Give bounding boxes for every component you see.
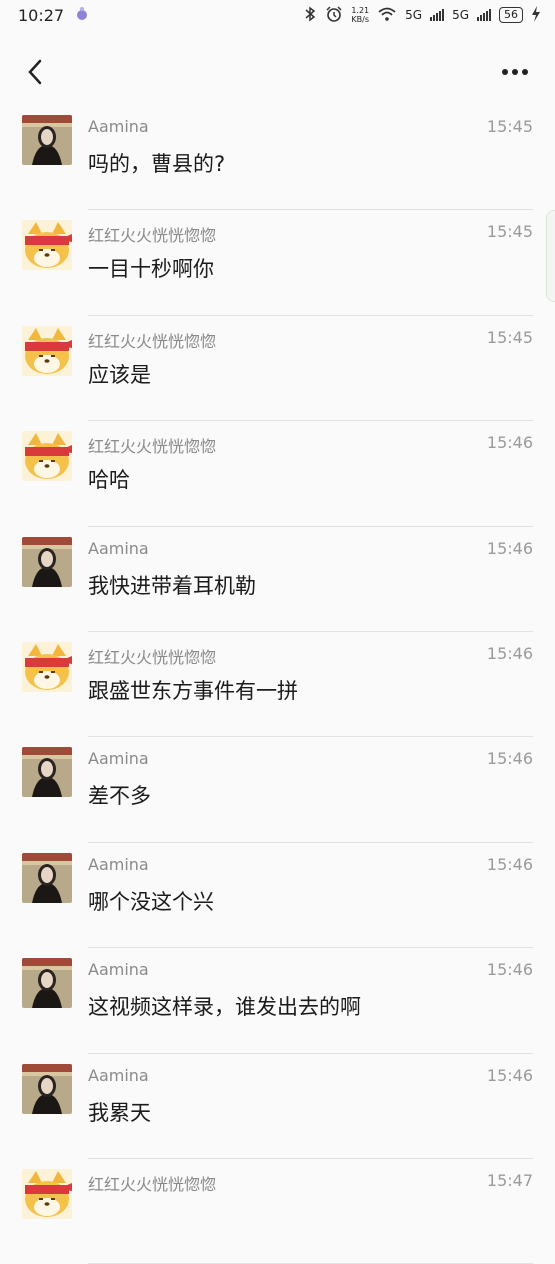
dog-avatar[interactable] bbox=[22, 325, 72, 376]
more-options-button[interactable] bbox=[495, 52, 535, 92]
signal-2-icon bbox=[477, 9, 491, 21]
woman-avatar[interactable] bbox=[22, 958, 72, 1009]
message-sender: 红红火火恍恍惚惚 bbox=[88, 437, 217, 457]
message-text: 我累天 bbox=[88, 1100, 151, 1125]
message-item[interactable]: 红红火火恍恍惚惚 15:46 跟盛世东方事件有一拼 bbox=[0, 632, 555, 738]
message-time: 15:46 bbox=[486, 854, 533, 874]
net-speed: 1.21 KB/s bbox=[351, 6, 369, 24]
message-text: 哈哈 bbox=[88, 468, 130, 493]
message-time: 15:46 bbox=[486, 433, 533, 453]
nav-bar bbox=[0, 40, 555, 104]
message-text: 一目十秒啊你 bbox=[88, 257, 214, 282]
message-text: 差不多 bbox=[88, 784, 151, 809]
message-time: 15:45 bbox=[486, 327, 533, 347]
back-button[interactable] bbox=[20, 52, 50, 92]
network-2-label: 5G bbox=[452, 8, 469, 22]
dog-avatar[interactable] bbox=[22, 431, 72, 482]
chevron-left-icon bbox=[28, 59, 42, 85]
message-item[interactable]: Aamina 15:46 差不多 bbox=[0, 737, 555, 844]
dog-avatar[interactable] bbox=[22, 641, 72, 692]
message-item[interactable]: Aamina 15:46 这视频这样录，谁发出去的啊 bbox=[0, 948, 555, 1054]
message-text: 这视频这样录，谁发出去的啊 bbox=[88, 995, 361, 1020]
app-notification-icon bbox=[74, 5, 90, 25]
message-text: 跟盛世东方事件有一拼 bbox=[88, 678, 298, 703]
message-time: 15:46 bbox=[486, 643, 533, 663]
message-sender: Aamina bbox=[88, 749, 149, 769]
message-time: 15:45 bbox=[486, 222, 533, 242]
message-time: 15:45 bbox=[486, 117, 533, 136]
message-time: 15:46 bbox=[486, 538, 533, 558]
net-speed-value: 1.21 bbox=[351, 6, 370, 15]
message-time: 15:46 bbox=[486, 960, 533, 980]
message-sender: Aamina bbox=[88, 854, 149, 874]
message-item[interactable]: Aamina 15:46 哪个没这个兴 bbox=[0, 843, 555, 949]
woman-avatar[interactable] bbox=[22, 115, 72, 165]
message-time: 15:47 bbox=[486, 1170, 533, 1190]
bluetooth-icon bbox=[303, 6, 317, 25]
message-item[interactable]: 红红火火恍恍惚惚 15:47 bbox=[0, 1159, 555, 1264]
message-sender: Aamina bbox=[88, 538, 149, 558]
message-time: 15:46 bbox=[486, 1065, 533, 1085]
message-sender: 红红火火恍恍惚惚 bbox=[88, 226, 217, 246]
message-text: 我快进带着耳机勒 bbox=[88, 573, 256, 598]
message-text: 吗的，曹县的? bbox=[88, 152, 226, 176]
message-item[interactable]: 红红火火恍恍惚惚 15:46 哈哈 bbox=[0, 421, 555, 527]
message-item[interactable]: Aamina 15:46 我累天 bbox=[0, 1054, 555, 1160]
message-time: 15:46 bbox=[486, 749, 533, 769]
net-speed-unit: KB/s bbox=[351, 15, 370, 24]
message-sender: 红红火火恍恍惚惚 bbox=[88, 331, 217, 351]
message-item[interactable]: Aamina 15:45 吗的，曹县的? bbox=[0, 105, 555, 211]
woman-avatar[interactable] bbox=[22, 747, 72, 798]
message-sender: Aamina bbox=[88, 960, 149, 980]
alarm-icon bbox=[325, 5, 343, 26]
woman-avatar[interactable] bbox=[22, 852, 72, 903]
status-left: 10:27 bbox=[18, 5, 90, 25]
message-sender: Aamina bbox=[88, 1065, 149, 1085]
dog-avatar[interactable] bbox=[22, 1168, 72, 1219]
more-dots-icon bbox=[502, 69, 528, 75]
message-text: 应该是 bbox=[88, 362, 151, 387]
woman-avatar[interactable] bbox=[22, 1063, 72, 1114]
network-1-label: 5G bbox=[405, 8, 423, 22]
battery-indicator: 56 bbox=[499, 7, 523, 23]
woman-avatar[interactable] bbox=[22, 536, 72, 587]
message-item[interactable]: Aamina 15:46 我快进带着耳机勒 bbox=[0, 527, 555, 633]
charging-icon bbox=[531, 5, 541, 25]
wifi-icon bbox=[377, 6, 397, 25]
message-sender: 红红火火恍恍惚惚 bbox=[88, 1174, 217, 1194]
message-item[interactable]: 红红火火恍恍惚惚 15:45 应该是 bbox=[0, 316, 555, 422]
message-item[interactable]: 红红火火恍恍惚惚 15:45 一目十秒啊你 bbox=[0, 210, 555, 317]
status-right: 1.21 KB/s 5G 5G 56 bbox=[303, 5, 541, 26]
message-sender: 红红火火恍恍惚惚 bbox=[88, 647, 217, 667]
message-list: Aamina 15:45 吗的，曹县的? 红红火火恍恍惚惚 15:45 一目十秒啊你 红… bbox=[0, 105, 555, 1264]
status-time: 10:27 bbox=[18, 5, 65, 25]
dog-avatar[interactable] bbox=[22, 220, 72, 271]
signal-1-icon bbox=[430, 9, 445, 21]
message-text: 哪个没这个兴 bbox=[88, 889, 214, 914]
message-sender: Aamina bbox=[88, 117, 149, 136]
status-bar: 10:27 1.21 KB/s 5G 5G 56 bbox=[0, 0, 555, 30]
